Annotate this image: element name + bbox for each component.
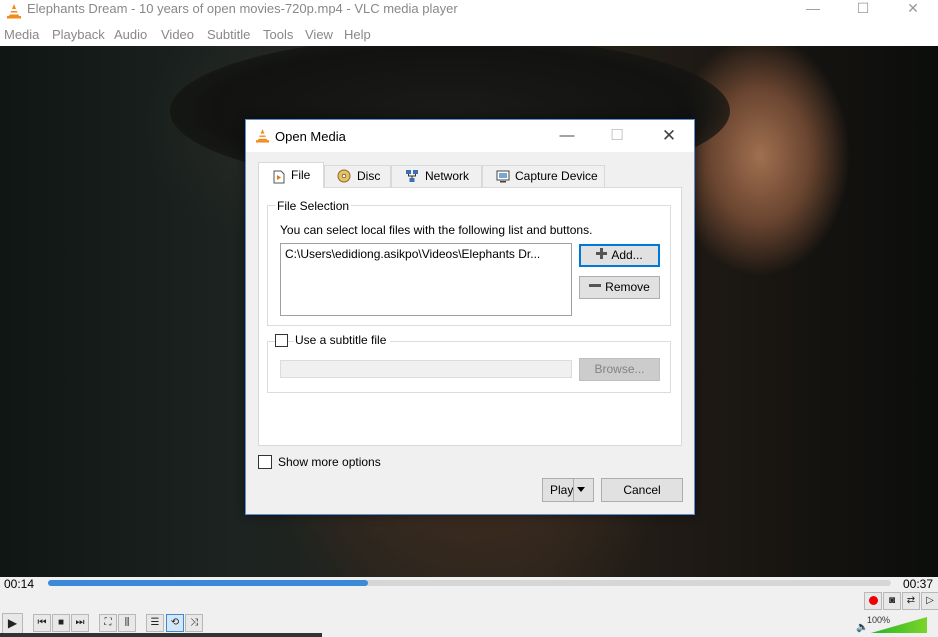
maximize-button[interactable]: ☐ [840,0,886,22]
minus-icon [589,277,602,298]
add-button-label: Add... [611,248,643,262]
menu-playback[interactable]: Playback [52,27,105,42]
file-selection-title: File Selection [275,199,352,213]
tab-disc[interactable]: Disc [324,165,391,187]
menu-audio[interactable]: Audio [114,27,147,42]
play-button-separator [573,479,574,501]
previous-icon[interactable]: ⏮ [33,614,51,632]
tab-file[interactable]: File [258,162,324,188]
network-icon [405,169,419,183]
title-bar: Elephants Dream - 10 years of open movie… [0,0,938,25]
browse-button: Browse... [579,358,660,381]
play-button[interactable]: Play [542,478,594,502]
cancel-button[interactable]: Cancel [601,478,683,502]
window-title: Elephants Dream - 10 years of open movie… [27,1,458,16]
random-icon[interactable]: ⤨ [185,614,203,632]
fullscreen-icon[interactable]: ⛶ [99,614,117,632]
dialog-close-button[interactable]: ✕ [654,127,684,146]
capture-device-icon [496,169,510,183]
menu-tools[interactable]: Tools [263,27,293,42]
dialog-maximize-button[interactable]: ☐ [602,128,632,146]
seek-slider[interactable] [48,580,891,586]
tab-disc-label: Disc [357,169,381,183]
show-more-options-checkbox[interactable] [258,455,272,469]
chevron-down-icon[interactable] [577,487,585,492]
tab-capture-device[interactable]: Capture Device [482,165,605,187]
menu-media[interactable]: Media [4,27,39,42]
subtitle-checkbox-label: Use a subtitle file [294,333,391,347]
file-list[interactable]: C:\Users\edidiong.asikpo\Videos\Elephant… [280,243,572,316]
play-button-label: Play [550,483,574,497]
elapsed-time: 00:14 [4,577,35,591]
close-button[interactable]: ✕ [890,0,936,22]
show-more-options-label: Show more options [278,455,381,469]
extended-settings-icon[interactable]: ⫼ [118,614,136,632]
menu-subtitle[interactable]: Subtitle [207,27,250,42]
volume-label: 100% [867,615,891,625]
play-icon[interactable]: ▶ [2,613,23,634]
playlist-icon[interactable]: ☰ [146,614,164,632]
tab-file-label: File [291,168,311,182]
snapshot-icon[interactable]: ◙ [883,592,901,610]
minimize-button[interactable]: — [790,0,836,22]
file-tab-panel: File Selection You can select local file… [258,187,682,446]
add-button[interactable]: Add... [579,244,660,267]
next-icon[interactable]: ⏭ [71,614,89,632]
vlc-window: Elephants Dream - 10 years of open movie… [0,0,938,637]
file-selection-description: You can select local files with the foll… [280,223,593,237]
frame-step-icon[interactable]: ▷ [921,592,938,610]
dialog-title: Open Media [275,129,346,144]
remove-button[interactable]: Remove [579,276,660,299]
open-media-dialog: Open Media — ☐ ✕ File Disc Network Captu… [245,119,695,515]
menu-view[interactable]: View [305,27,333,42]
tab-network[interactable]: Network [391,165,482,187]
plus-icon [596,245,608,266]
loop-icon[interactable]: ⟲ [166,614,184,632]
record-icon[interactable] [864,592,882,610]
dialog-title-bar: Open Media — ☐ ✕ [246,120,694,152]
subtitle-checkbox[interactable] [275,334,288,347]
remove-button-label: Remove [605,280,650,294]
subtitle-path-input [280,360,572,378]
vlc-cone-icon [6,3,22,22]
list-item[interactable]: C:\Users\edidiong.asikpo\Videos\Elephant… [285,247,540,261]
tab-capture-label: Capture Device [515,169,598,183]
menu-bar: Media Playback Audio Video Subtitle Tool… [0,25,938,46]
taskbar-edge [0,633,322,637]
disc-icon [337,169,351,183]
menu-video[interactable]: Video [161,27,194,42]
playback-controls: 00:14 00:37 ▶ ⏮ ■ ⏭ ⛶ ⫼ ☰ ⟲ ⤨ ◙ ⇄ ▷ 🔈 10… [0,577,938,637]
dialog-minimize-button[interactable]: — [552,128,582,146]
stop-icon[interactable]: ■ [52,614,70,632]
seek-progress [48,580,369,586]
ab-loop-icon[interactable]: ⇄ [902,592,920,610]
vlc-cone-icon [255,128,270,146]
total-time[interactable]: 00:37 [903,577,933,591]
file-icon [273,168,287,184]
tab-network-label: Network [425,169,470,183]
menu-help[interactable]: Help [344,27,371,42]
